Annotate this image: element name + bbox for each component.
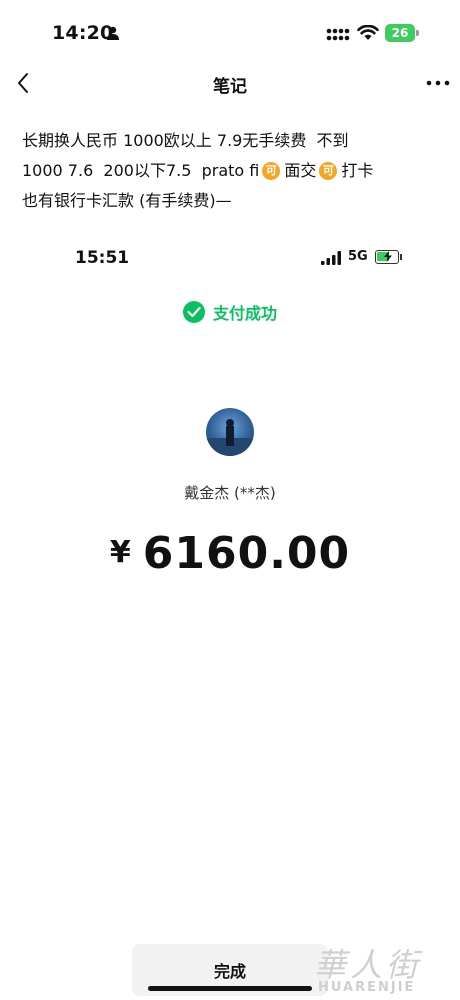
note-line: 1000 7.6 200以下7.5 prato fi 可 面交 可 打卡 — [22, 156, 442, 186]
note-text: 也有银行卡汇款 (有手续费)— — [22, 191, 232, 210]
watermark-logo-latin: HUARENJIE — [318, 980, 416, 995]
wechat-pay-check-icon — [182, 301, 205, 323]
note-text: 长期换人民币 1000欧以上 7.9无手续费 不到 — [22, 131, 349, 150]
battery-icon — [375, 250, 399, 264]
avatar — [206, 408, 254, 456]
battery-cap — [400, 254, 402, 260]
amount-value: 6160.00 — [142, 528, 351, 579]
currency-symbol: ¥ — [109, 535, 131, 570]
person-icon — [107, 26, 119, 40]
ke-emoji-icon: 可 — [319, 162, 338, 180]
note-text: 面交 — [284, 161, 317, 180]
note-line: 也有银行卡汇款 (有手续费)— — [22, 186, 442, 216]
done-button-label: 完成 — [213, 962, 246, 981]
payment-status: 支付成功 — [0, 300, 460, 324]
nav-bar: 笔记 — [0, 60, 460, 106]
note-text: 打卡 — [341, 161, 374, 180]
note-body: 长期换人民币 1000欧以上 7.9无手续费 不到 1000 7.6 200以下… — [22, 126, 442, 216]
battery-cap — [416, 30, 419, 36]
more-icon[interactable] — [426, 79, 450, 87]
note-line: 长期换人民币 1000欧以上 7.9无手续费 不到 — [22, 126, 442, 156]
embedded-status-time: 15:51 — [75, 248, 130, 268]
payee-name: 戴金杰 (**杰) — [184, 484, 276, 502]
avatar-figure — [206, 419, 254, 456]
home-indicator — [148, 986, 312, 991]
note-text: 1000 7.6 200以下7.5 prato fi — [22, 161, 260, 180]
payment-amount: ¥6160.00 — [0, 528, 460, 579]
battery-level: 26 — [391, 26, 409, 40]
cell-signal-icon — [321, 251, 341, 265]
wifi-icon — [357, 25, 379, 40]
charging-bolt-icon — [384, 251, 392, 262]
status-time: 14:20 — [52, 22, 114, 44]
ke-emoji-icon: 可 — [262, 162, 281, 180]
battery-icon: 26 — [385, 24, 415, 42]
cell-signal-icon — [326, 28, 350, 41]
embedded-payment-screenshot: 15:51 5G 支付成功 戴金杰 (**杰) ¥6160.00 — [0, 236, 460, 936]
payment-status-text: 支付成功 — [212, 304, 277, 323]
watermark-logo-script: 華人街 — [314, 946, 423, 984]
status-bar: 14:20 26 — [0, 0, 460, 66]
network-type: 5G — [348, 249, 368, 264]
check-icon — [187, 306, 201, 318]
page-title: 笔记 — [213, 77, 247, 97]
